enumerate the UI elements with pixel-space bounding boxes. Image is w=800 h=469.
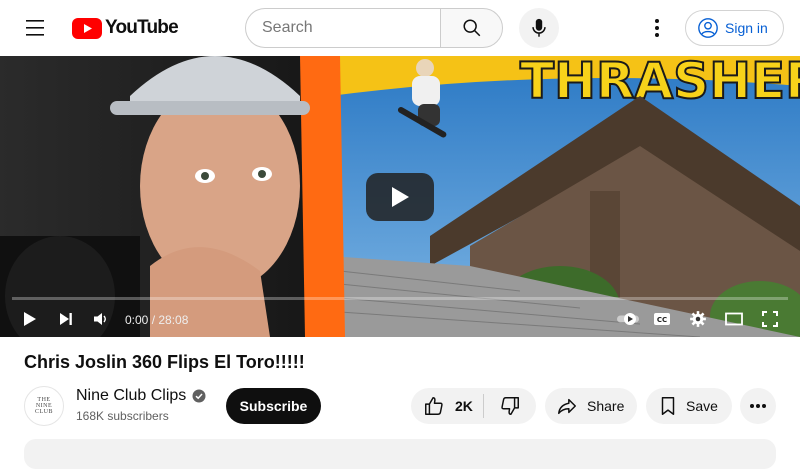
video-title: Chris Joslin 360 Flips El Toro!!!!!	[24, 352, 305, 372]
account-circle-icon	[698, 18, 718, 38]
masthead: YouTube Sign in	[0, 0, 800, 56]
description-box[interactable]	[24, 439, 776, 469]
svg-text:CC: CC	[657, 316, 667, 324]
play-icon	[392, 187, 409, 207]
like-count: 2K	[455, 398, 473, 414]
video-player[interactable]: THRASHER 0:00 / 28:08 CC	[0, 56, 800, 337]
settings-more-button[interactable]	[645, 16, 669, 40]
autoplay-toggle-icon	[617, 313, 639, 325]
thumbnail-title-text: THRASHER	[520, 56, 800, 110]
search-icon	[462, 19, 480, 37]
horizontal-dots-icon	[750, 404, 766, 408]
youtube-play-logo-icon	[72, 17, 102, 39]
search-input[interactable]	[245, 8, 440, 48]
large-play-button[interactable]	[366, 173, 434, 221]
hamburger-menu-icon	[26, 20, 44, 36]
skip-next-icon	[60, 313, 72, 325]
like-dislike-group: 2K	[411, 388, 536, 424]
dislike-button[interactable]	[484, 388, 536, 424]
sign-in-button[interactable]: Sign in	[685, 10, 784, 46]
like-button[interactable]: 2K	[411, 388, 483, 424]
channel-avatar[interactable]: THE NINE CLUB	[24, 386, 64, 426]
closed-captions-icon: CC	[654, 313, 670, 325]
mute-button[interactable]	[88, 306, 114, 332]
settings-button[interactable]	[686, 306, 710, 332]
autoplay-toggle[interactable]	[616, 306, 644, 332]
sign-in-label: Sign in	[725, 20, 768, 36]
verified-badge-icon	[192, 389, 206, 403]
more-actions-button[interactable]	[740, 388, 776, 424]
vertical-dots-icon	[655, 19, 659, 37]
bookmark-icon	[661, 397, 675, 415]
channel-name: Nine Club Clips	[76, 387, 187, 404]
microphone-icon	[532, 18, 546, 37]
subscriber-count: 168K subscribers	[76, 409, 169, 423]
search-box	[245, 8, 503, 48]
voice-search-button[interactable]	[519, 8, 559, 48]
fullscreen-button[interactable]	[758, 306, 782, 332]
volume-icon	[94, 313, 106, 325]
share-label: Share	[587, 398, 625, 414]
save-label: Save	[686, 398, 718, 414]
channel-name-link[interactable]: Nine Club Clips	[76, 387, 206, 405]
search-button[interactable]	[440, 8, 503, 48]
logo-text: YouTube	[105, 17, 179, 38]
share-icon	[558, 398, 576, 415]
thumbs-up-icon	[425, 397, 443, 415]
play-icon	[24, 312, 36, 326]
youtube-logo[interactable]: YouTube	[72, 17, 179, 39]
next-button[interactable]	[52, 306, 80, 332]
theater-mode-button[interactable]	[722, 306, 746, 332]
play-button[interactable]	[14, 306, 46, 332]
guide-menu-button[interactable]	[20, 16, 52, 40]
subscribe-button[interactable]: Subscribe	[226, 388, 321, 424]
gear-icon	[690, 311, 706, 327]
thumbs-down-icon	[501, 397, 519, 415]
subtitles-button[interactable]: CC	[650, 306, 674, 332]
avatar-text-line: CLUB	[34, 409, 53, 415]
share-button[interactable]: Share	[545, 388, 637, 424]
progress-bar[interactable]	[12, 297, 788, 300]
theater-mode-icon	[725, 312, 743, 326]
save-button[interactable]: Save	[646, 388, 732, 424]
fullscreen-icon	[762, 311, 778, 327]
time-display: 0:00 / 28:08	[125, 313, 189, 327]
